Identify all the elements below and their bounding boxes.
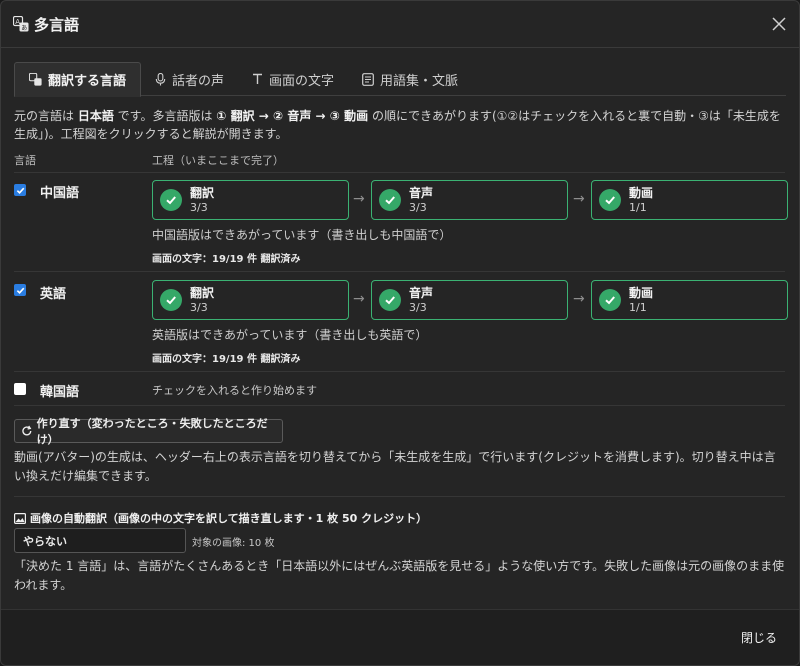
language-name: 韓国語 [40,385,80,400]
row-divider [14,371,785,372]
tab-label: 画面の文字 [269,73,335,89]
column-header-language: 言語 [14,154,36,167]
dialog-header: A あ 多言語 [1,1,799,47]
tab-languages[interactable]: 翻訳する言語 [14,62,142,97]
step-voice[interactable]: 音声 3/3 [371,280,568,320]
step-count: 1/1 [629,301,647,314]
text-icon [253,73,263,84]
intro-part: 元の言語は [14,109,78,123]
redo-label: 作り直す（変わったところ・失敗したところだけ） [36,417,268,446]
step-count: 3/3 [190,201,208,214]
checkbox-english[interactable] [14,284,26,296]
step-label: 動画 [629,186,654,200]
step-label: 翻訳 [190,286,215,300]
language-status: 中国語版はできあがっています（書き出しも中国語で） [152,228,452,242]
step-voice[interactable]: 音声 3/3 [371,180,568,220]
step-video[interactable]: 動画 1/1 [591,180,788,220]
close-icon[interactable] [769,14,789,34]
target-image-count: 対象の画像: 10 枚 [192,538,275,549]
refresh-icon [22,425,32,436]
tab-label: 話者の声 [172,73,225,89]
language-status: 英語版はできあがっています（書き出しも英語で） [152,328,428,342]
tab-bar: 翻訳する言語 話者の声 画面の文字 用語集・文脈 [14,62,786,97]
row-divider [14,405,785,406]
image-translation-title: 画像の自動翻訳（画像の中の文字を訳して描き直します・1 枚 50 クレジット） [14,510,427,526]
image-translation-note: 「決めた 1 言語」は、言語がたくさんあるとき「日本語以外にはぜんぶ英語版を見せ… [14,559,785,592]
avatar-note: 動画(アバター)の生成は、ヘッダー右上の表示言語を切り替えてから「未生成を生成」… [14,450,776,483]
checkbox-chinese[interactable] [14,184,26,196]
step-label: 動画 [629,286,654,300]
image-translation-select[interactable]: やらない [14,528,186,553]
step-video[interactable]: 動画 1/1 [591,280,788,320]
row-divider [14,271,785,272]
arrow-right-icon: → [573,291,585,307]
check-circle-icon [599,289,621,311]
tab-glossary[interactable]: 用語集・文脈 [348,62,472,96]
glossary-icon [362,72,374,86]
screen-text-status: 画面の文字：19/19 件 翻訳済み [152,354,301,365]
check-circle-icon [160,189,182,211]
column-header-process: 工程（いまここまで完了） [152,154,284,167]
step-translate[interactable]: 翻訳 3/3 [152,180,349,220]
check-circle-icon [160,289,182,311]
check-circle-icon [599,189,621,211]
dialog-footer: 閉じる [1,609,799,665]
svg-text:あ: あ [21,25,27,32]
arrow-right-icon: → [353,291,365,307]
language-name: 英語 [40,287,67,302]
language-name: 中国語 [40,186,80,201]
section-divider [14,496,785,497]
redo-button[interactable]: 作り直す（変わったところ・失敗したところだけ） [14,417,283,446]
tab-voices[interactable]: 話者の声 [141,62,238,96]
step-count: 1/1 [629,201,647,214]
dialog-title: 多言語 [34,15,80,34]
image-translation-label: 画像の自動翻訳（画像の中の文字を訳して描き直します・1 枚 50 クレジット） [30,512,428,525]
step-label: 音声 [409,286,434,300]
process-steps: ① 翻訳 → ② 音声 → ③ 動画 [216,109,369,123]
source-language: 日本語 [77,109,114,123]
translate-icon [29,73,42,86]
arrow-right-icon: → [573,191,585,207]
header-divider [1,47,799,48]
step-label: 音声 [409,186,434,200]
tab-screen-text[interactable]: 画面の文字 [238,62,348,96]
svg-text:A: A [15,18,20,26]
intro-text: 元の言語は 日本語 です。多言語版は ① 翻訳 → ② 音声 → ③ 動画 の順… [14,107,785,143]
step-count: 3/3 [190,301,208,314]
step-count: 3/3 [409,201,427,214]
step-translate[interactable]: 翻訳 3/3 [152,280,349,320]
tab-label: 翻訳する言語 [48,74,127,89]
check-circle-icon [379,189,401,211]
image-icon [14,512,26,524]
step-label: 翻訳 [190,186,215,200]
close-button[interactable]: 閉じる [741,629,777,646]
language-hint: チェックを入れると作り始めます [152,384,317,397]
tab-label: 用語集・文脈 [380,73,459,89]
multilingual-dialog: A あ 多言語 翻訳する言語 話者の声 画面の文字 用語集・文脈 元の言語は 日… [0,0,800,666]
microphone-icon [155,72,166,86]
row-divider [14,172,785,173]
step-count: 3/3 [409,301,427,314]
check-circle-icon [379,289,401,311]
checkbox-korean[interactable] [14,383,26,395]
translate-icon: A あ [13,16,29,32]
arrow-right-icon: → [353,191,365,207]
screen-text-status: 画面の文字：19/19 件 翻訳済み [152,254,301,265]
intro-part: です。多言語版は [113,109,217,123]
